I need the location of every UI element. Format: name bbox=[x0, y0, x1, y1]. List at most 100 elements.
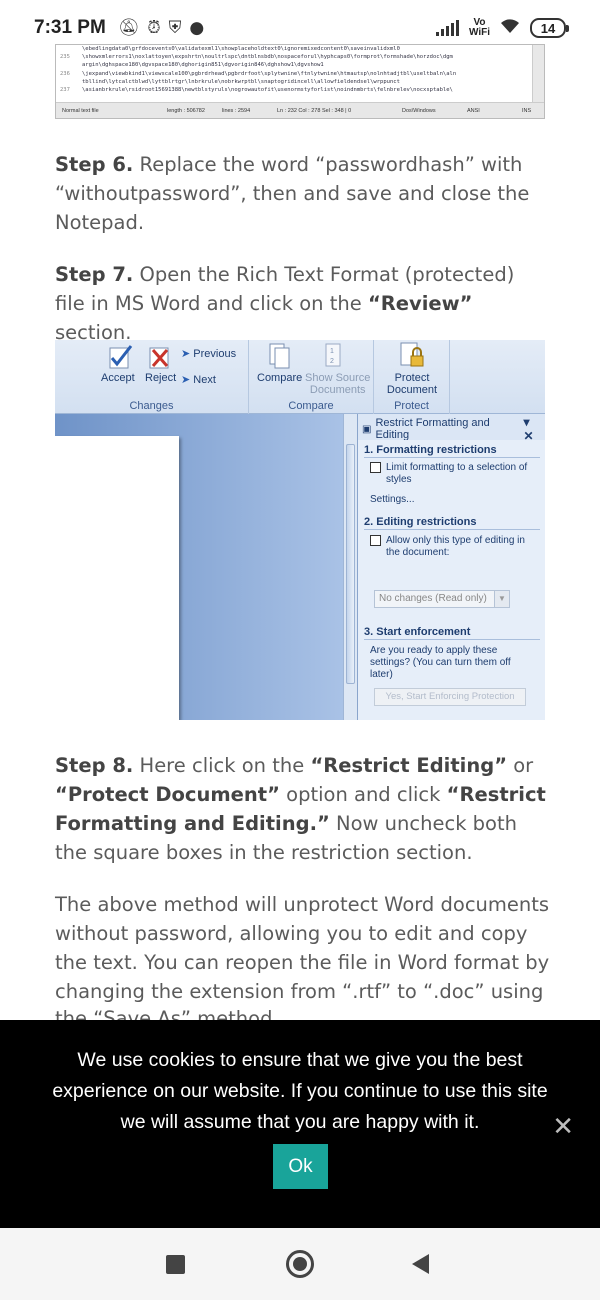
group-label-protect: Protect bbox=[394, 400, 429, 412]
wifi-icon bbox=[500, 18, 520, 38]
line-text: tbllind\lytcalctblwd\lyttblrtgr\lnbrkrul… bbox=[82, 78, 400, 85]
editing-type-value: No changes (Read only) bbox=[379, 593, 487, 604]
allow-editing-checkbox bbox=[370, 535, 381, 546]
svg-text:1: 1 bbox=[330, 348, 334, 355]
conclusion-paragraph: The above method will unprotect Word doc… bbox=[55, 893, 550, 1003]
show-source-button: Show Source Documents bbox=[305, 372, 370, 396]
notepad-scrollbar bbox=[532, 45, 544, 103]
restrict-pane-title: Restrict Formatting and Editing bbox=[375, 417, 490, 441]
accept-button: Accept bbox=[101, 372, 135, 384]
compare-icon bbox=[269, 343, 290, 369]
step-7-label: Step 7. bbox=[55, 263, 134, 286]
back-icon[interactable] bbox=[412, 1254, 429, 1274]
np-mode: INS bbox=[522, 107, 532, 114]
home-icon[interactable] bbox=[286, 1250, 314, 1278]
ribbon-group-protect: Protect Document Protect bbox=[374, 340, 450, 414]
notepad-text-lines: \ebedlingdata0\grfdocevents0\validatexml… bbox=[56, 45, 534, 103]
enforce-question: Are you ready to apply these settings? (… bbox=[370, 645, 511, 680]
reject-icon bbox=[149, 347, 169, 369]
close-icon[interactable]: ✕ bbox=[552, 1112, 574, 1142]
next-label: Next bbox=[193, 374, 216, 386]
shield-icon: ⛨ bbox=[168, 17, 182, 38]
document-area bbox=[55, 414, 343, 720]
step-8-text-a: Here click on the bbox=[133, 754, 311, 777]
notification-dot-icon: ● bbox=[189, 17, 205, 38]
ribbon-group-compare: 12 Compare Show Source Documents Compare bbox=[249, 340, 374, 414]
step-8-paragraph: Step 8. Here click on the “Restrict Edit… bbox=[55, 751, 550, 867]
restrict-pane-body: 1. Formatting restrictions Limit formatt… bbox=[358, 440, 545, 720]
limit-formatting-checkbox bbox=[370, 462, 381, 473]
show-source-icon: 12 bbox=[325, 343, 341, 367]
next-icon: ➤ bbox=[181, 374, 191, 386]
battery-icon: 14 bbox=[530, 18, 569, 38]
np-lines: lines : 2594 bbox=[222, 107, 251, 114]
vowifi-icon: Vo WiFi bbox=[469, 18, 490, 38]
previous-button: ➤ Previous bbox=[181, 348, 236, 360]
line-number: 235 bbox=[60, 54, 70, 61]
limit-formatting-label: Limit formatting to a selection of style… bbox=[386, 462, 528, 485]
compare-button: Compare bbox=[257, 372, 303, 384]
cookie-banner: We use cookies to ensure that we give yo… bbox=[0, 1020, 600, 1228]
next-button: ➤ Next bbox=[181, 374, 216, 386]
line-text: \showxmlerrors1\noxlattoyen\expshrtn\nou… bbox=[82, 54, 453, 61]
document-page bbox=[55, 436, 179, 720]
protect-document-button: Protect Document bbox=[380, 372, 444, 396]
navigation-bar bbox=[0, 1228, 600, 1300]
step-8-restrict-editing: “Restrict Editing” bbox=[310, 754, 508, 777]
line-text: argin\dghspace180\dgvspace180\dghorigin8… bbox=[82, 62, 324, 69]
line-text: \asianbrkrule\rsidroot15691388\newtblsty… bbox=[82, 87, 453, 94]
group-label-compare: Compare bbox=[288, 400, 334, 412]
formatting-restrictions-heading: 1. Formatting restrictions bbox=[364, 444, 540, 458]
protect-label-2: Document bbox=[386, 384, 438, 396]
previous-icon: ➤ bbox=[181, 348, 191, 360]
notepad-line: 236 \jexpand\viewbkind1\viewscale100\pgbr… bbox=[60, 70, 534, 78]
cookie-message: We use cookies to ensure that we give yo… bbox=[52, 1049, 548, 1133]
notepad-line: tbllind\lytcalctblwd\lyttblrtgr\lnbrkrul… bbox=[60, 78, 534, 86]
restrict-pane-icon: ▣ bbox=[362, 423, 372, 435]
notepad-line: 235 \showxmlerrors1\noxlattoyen\expshrtn\… bbox=[60, 53, 534, 61]
restrict-pane: ▣ Restrict Formatting and Editing ▾ ✕ 1.… bbox=[357, 414, 545, 720]
notepad-line: \ebedlingdata0\grfdocevents0\validatexml… bbox=[60, 45, 534, 53]
editing-type-dropdown: No changes (Read only) ▼ bbox=[374, 590, 510, 608]
step-7-paragraph: Step 7. Open the Rich Text Format (prote… bbox=[55, 260, 550, 347]
np-length: length : 506782 bbox=[167, 107, 205, 114]
settings-link: Settings... bbox=[370, 494, 415, 505]
vowifi-bottom: WiFi bbox=[468, 27, 490, 38]
ok-button[interactable]: Ok bbox=[273, 1144, 328, 1189]
step-6-paragraph: Step 6. Replace the word “passwordhash” … bbox=[55, 150, 550, 237]
pane-close-icon: ▾ ✕ bbox=[523, 415, 534, 443]
battery-level: 14 bbox=[540, 20, 556, 36]
alarm-icon: ⏰︎ bbox=[147, 17, 161, 38]
conclusion-peek: the “Save As” method. bbox=[55, 1004, 550, 1020]
step-7-review-bold: “Review” bbox=[367, 292, 473, 315]
notepad-line: argin\dghspace180\dgvspace180\dghorigin8… bbox=[60, 61, 534, 69]
recents-icon[interactable] bbox=[166, 1255, 185, 1274]
document-scrollbar bbox=[343, 414, 357, 720]
svg-text:2: 2 bbox=[330, 358, 334, 365]
reject-button: Reject bbox=[145, 372, 177, 384]
np-file-type: Normal text file bbox=[62, 107, 99, 114]
step-8-text-c: option and click bbox=[279, 783, 447, 806]
mute-icon: 🔕︎ bbox=[117, 17, 140, 38]
np-position: Ln : 232 Col : 278 Sel : 348 | 0 bbox=[277, 107, 352, 114]
scroll-thumb bbox=[346, 444, 355, 684]
protect-document-icon bbox=[400, 342, 424, 367]
step-8-label: Step 8. bbox=[55, 754, 134, 777]
show-source-label-1: Show Source bbox=[305, 372, 371, 384]
status-time: 7:31 PM bbox=[34, 17, 106, 38]
step-8-protect-document: “Protect Document” bbox=[55, 783, 280, 806]
word-screenshot: Accept Reject ➤ Previous ➤ Next Changes … bbox=[55, 340, 545, 720]
allow-editing-label: Allow only this type of editing in the d… bbox=[386, 535, 525, 558]
line-number: 236 bbox=[60, 70, 70, 77]
step-6-label: Step 6. bbox=[55, 153, 134, 176]
restrict-pane-header: ▣ Restrict Formatting and Editing ▾ ✕ bbox=[358, 415, 545, 443]
accept-icon bbox=[109, 345, 133, 369]
editing-restrictions-heading: 2. Editing restrictions bbox=[364, 516, 540, 530]
start-enforcement-heading: 3. Start enforcement bbox=[364, 626, 540, 640]
notepad-line: 237 \asianbrkrule\rsidroot15691388\newtbl… bbox=[60, 86, 534, 94]
conclusion-peek-text: the “Save As” method. bbox=[55, 1007, 279, 1020]
show-source-label-2: Documents bbox=[309, 384, 366, 396]
line-number: 237 bbox=[60, 87, 70, 94]
line-text: \ebedlingdata0\grfdocevents0\validatexml… bbox=[82, 46, 400, 52]
word-ribbon: Accept Reject ➤ Previous ➤ Next Changes … bbox=[55, 340, 545, 414]
